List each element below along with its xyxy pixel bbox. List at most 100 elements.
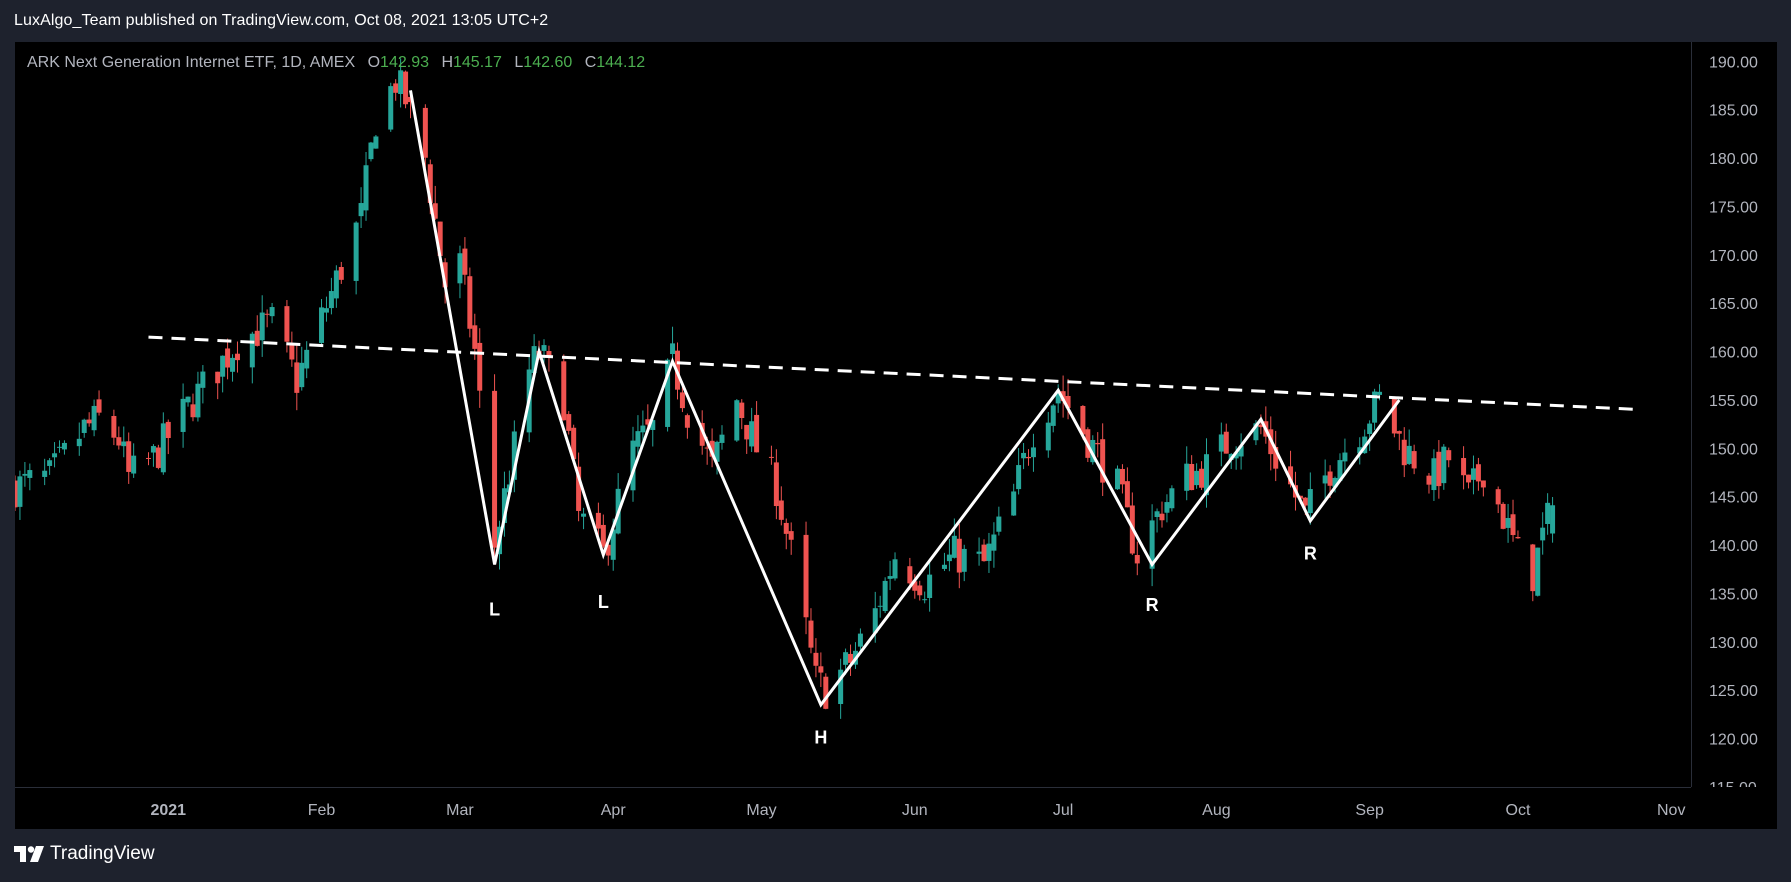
low-value: 142.60 [523, 54, 573, 71]
price-chart[interactable]: LLHRR 115.00120.00125.00130.00135.00140.… [15, 42, 1777, 829]
candle [813, 638, 819, 678]
time-axis: 2021 Feb Mar Apr May Jun Jul Aug Sep Oct Nov [15, 787, 1777, 829]
candle [1011, 483, 1017, 516]
open-label: O [367, 54, 381, 71]
time-tick-label: Apr [601, 802, 627, 819]
candle [363, 151, 369, 221]
candle [788, 522, 794, 555]
candle [1545, 493, 1551, 535]
candle [946, 539, 952, 572]
price-tick-label: 175.00 [1709, 199, 1758, 216]
candle [768, 445, 774, 465]
candle [778, 486, 784, 526]
candle [1021, 443, 1027, 470]
candle [600, 514, 606, 549]
candle [823, 673, 829, 710]
candle [1199, 461, 1205, 490]
candle [1372, 388, 1378, 430]
candle [145, 452, 151, 466]
time-tick-label: Oct [1506, 802, 1531, 819]
candle [131, 443, 137, 478]
candle [615, 473, 621, 535]
candle [739, 399, 745, 430]
candle [338, 261, 344, 284]
candle [333, 265, 339, 308]
candle [981, 539, 987, 562]
candle [294, 345, 300, 411]
candle [783, 518, 789, 550]
candle [230, 354, 236, 382]
candle [1026, 449, 1032, 466]
candle [1154, 508, 1160, 533]
candle [1134, 541, 1140, 576]
time-tick-label: Jun [902, 802, 928, 819]
candle [1505, 503, 1511, 543]
time-tick-label: Jul [1053, 802, 1073, 819]
time-tick-label: 2021 [150, 802, 186, 819]
candle [220, 355, 226, 393]
candle [1436, 440, 1442, 499]
candle [116, 426, 122, 450]
candle [1480, 480, 1486, 497]
candle [941, 552, 947, 572]
time-tick-label: Nov [1657, 802, 1685, 819]
candle [180, 383, 186, 448]
neckline-trendline[interactable] [148, 335, 1642, 412]
head-and-shoulders-zigzag[interactable] [409, 90, 1401, 708]
candle [1411, 444, 1417, 475]
candle [121, 426, 127, 458]
candle [81, 418, 87, 438]
candle [42, 458, 48, 486]
candle [818, 652, 824, 688]
pattern-label: R [1146, 595, 1159, 615]
time-tick-label: Sep [1355, 802, 1384, 819]
candle [922, 591, 928, 604]
candle [1030, 433, 1036, 472]
candle [215, 371, 221, 400]
candle [976, 537, 982, 566]
candle [1203, 438, 1209, 508]
candle [1194, 463, 1200, 489]
candle [160, 412, 166, 475]
candle [1124, 467, 1130, 508]
candle [1223, 423, 1229, 454]
tradingview-logo-icon [14, 846, 44, 862]
candle [961, 544, 967, 582]
candle [289, 331, 295, 367]
candle [1446, 447, 1452, 468]
candle [848, 644, 854, 676]
candle [1164, 494, 1170, 523]
candle [403, 70, 409, 109]
candle [956, 523, 962, 589]
candle [61, 440, 67, 455]
candle [388, 82, 394, 132]
candle [670, 326, 676, 359]
candle [1119, 464, 1125, 494]
low-label: L [514, 54, 524, 71]
pattern-label: L [598, 592, 609, 612]
symbol-description: ARK Next Generation Internet ETF, 1D, AM… [27, 54, 356, 71]
candle [566, 411, 572, 435]
candle [1510, 499, 1516, 542]
candle [27, 463, 33, 491]
candle [269, 302, 275, 324]
published-by-line: LuxAlgo_Team published on TradingView.co… [14, 12, 549, 29]
candle [1406, 429, 1412, 465]
candle [150, 444, 156, 467]
candle [1159, 501, 1165, 528]
candle [892, 552, 898, 581]
price-tick-label: 180.00 [1709, 151, 1758, 168]
price-tick-label: 165.00 [1709, 296, 1758, 313]
pattern-label: R [1304, 544, 1317, 564]
candle [1441, 444, 1447, 490]
tradingview-brand[interactable]: TradingView [14, 843, 155, 865]
candle [328, 277, 334, 315]
price-tick-label: 140.00 [1709, 538, 1758, 555]
candle [917, 580, 923, 601]
candle [1426, 472, 1432, 494]
candle [323, 296, 329, 322]
candle [264, 309, 270, 328]
chart-pane[interactable]: LLHRR 115.00120.00125.00130.00135.00140.… [15, 42, 1777, 829]
candle [581, 507, 587, 530]
price-tick-label: 155.00 [1709, 393, 1758, 410]
